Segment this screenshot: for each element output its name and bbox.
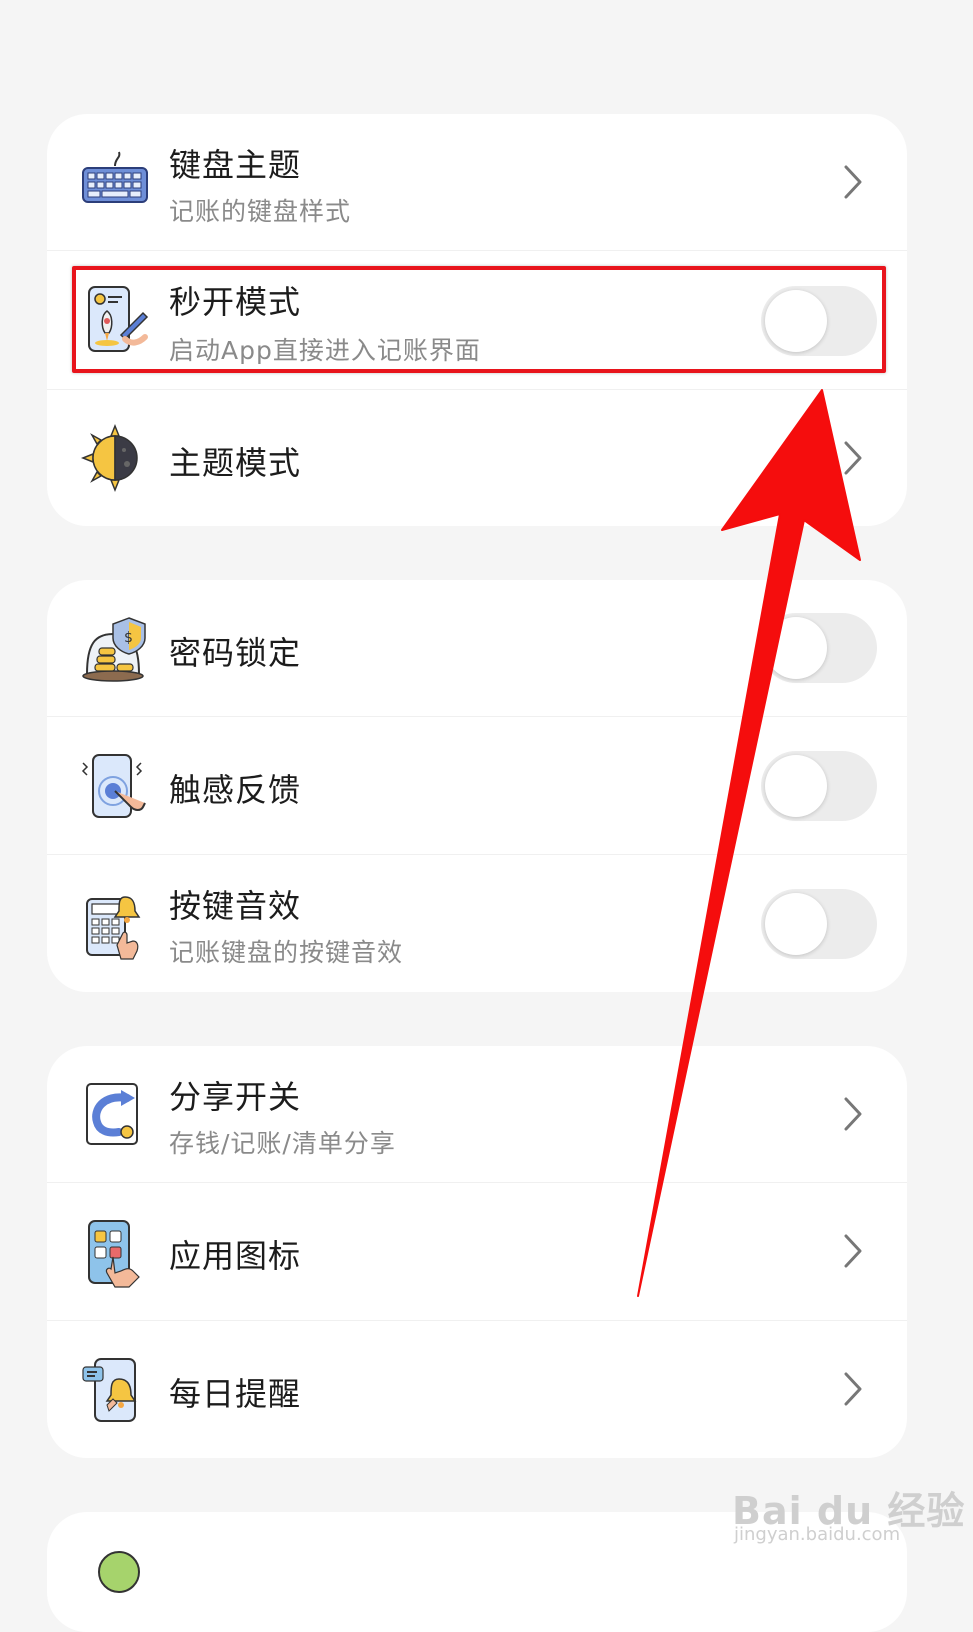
- row-title: 触感反馈: [169, 771, 302, 809]
- toggle-knob: [765, 893, 827, 955]
- row-title: 应用图标: [169, 1237, 302, 1275]
- theme-mode-row[interactable]: 主题模式: [47, 390, 907, 526]
- row-title: 每日提醒: [169, 1375, 302, 1413]
- keyboard-theme-row[interactable]: 键盘主题 记账的键盘样式: [47, 114, 907, 250]
- row-title: 键盘主题: [169, 146, 302, 184]
- watermark-url: jingyan.baidu.com: [734, 1524, 901, 1545]
- row-subtitle: 记账键盘的按键音效: [169, 938, 404, 967]
- sun-moon-icon: [80, 423, 138, 493]
- daily-reminder-row[interactable]: 每日提醒: [47, 1321, 907, 1458]
- chevron-right-icon: [844, 165, 862, 199]
- key-sound-toggle[interactable]: [761, 889, 877, 959]
- haptic-feedback-row[interactable]: 触感反馈: [47, 717, 907, 854]
- phone-bell-icon: [82, 1358, 137, 1422]
- key-sound-row[interactable]: 按键音效 记账键盘的按键音效: [47, 855, 907, 992]
- password-lock-toggle[interactable]: [761, 613, 877, 683]
- row-title: 按键音效: [169, 887, 302, 925]
- chevron-right-icon: [844, 1097, 862, 1131]
- row-title: 分享开关: [169, 1078, 302, 1116]
- partial-row-icon: [98, 1551, 140, 1593]
- haptic-feedback-toggle[interactable]: [761, 751, 877, 821]
- keyboard-icon: [82, 151, 148, 203]
- calculator-bell-icon: [86, 896, 141, 960]
- toggle-knob: [765, 617, 827, 679]
- coin-shield-icon: $: [82, 617, 146, 682]
- password-lock-row[interactable]: $ 密码锁定: [47, 580, 907, 716]
- share-icon: [86, 1083, 138, 1145]
- svg-text:$: $: [124, 630, 133, 646]
- chevron-right-icon: [844, 1234, 862, 1268]
- app-icon-row[interactable]: 应用图标: [47, 1183, 907, 1320]
- row-title: 密码锁定: [169, 634, 302, 672]
- row-subtitle: 存钱/记账/清单分享: [169, 1129, 396, 1158]
- row-title: 主题模式: [169, 444, 302, 482]
- app-icon-hand-icon: [88, 1220, 140, 1288]
- row-subtitle: 记账的键盘样式: [169, 197, 352, 226]
- phone-touch-icon: [81, 754, 146, 818]
- highlight-box: [72, 266, 886, 373]
- share-switch-row[interactable]: 分享开关 存钱/记账/清单分享: [47, 1046, 907, 1182]
- chevron-right-icon: [844, 441, 862, 475]
- settings-card-3: 分享开关 存钱/记账/清单分享 应用图标 每日提醒: [47, 1046, 907, 1458]
- toggle-knob: [765, 755, 827, 817]
- chevron-right-icon: [844, 1372, 862, 1406]
- settings-card-2: $ 密码锁定 触感反馈 按键音效 记账键盘的按键音效: [47, 580, 907, 992]
